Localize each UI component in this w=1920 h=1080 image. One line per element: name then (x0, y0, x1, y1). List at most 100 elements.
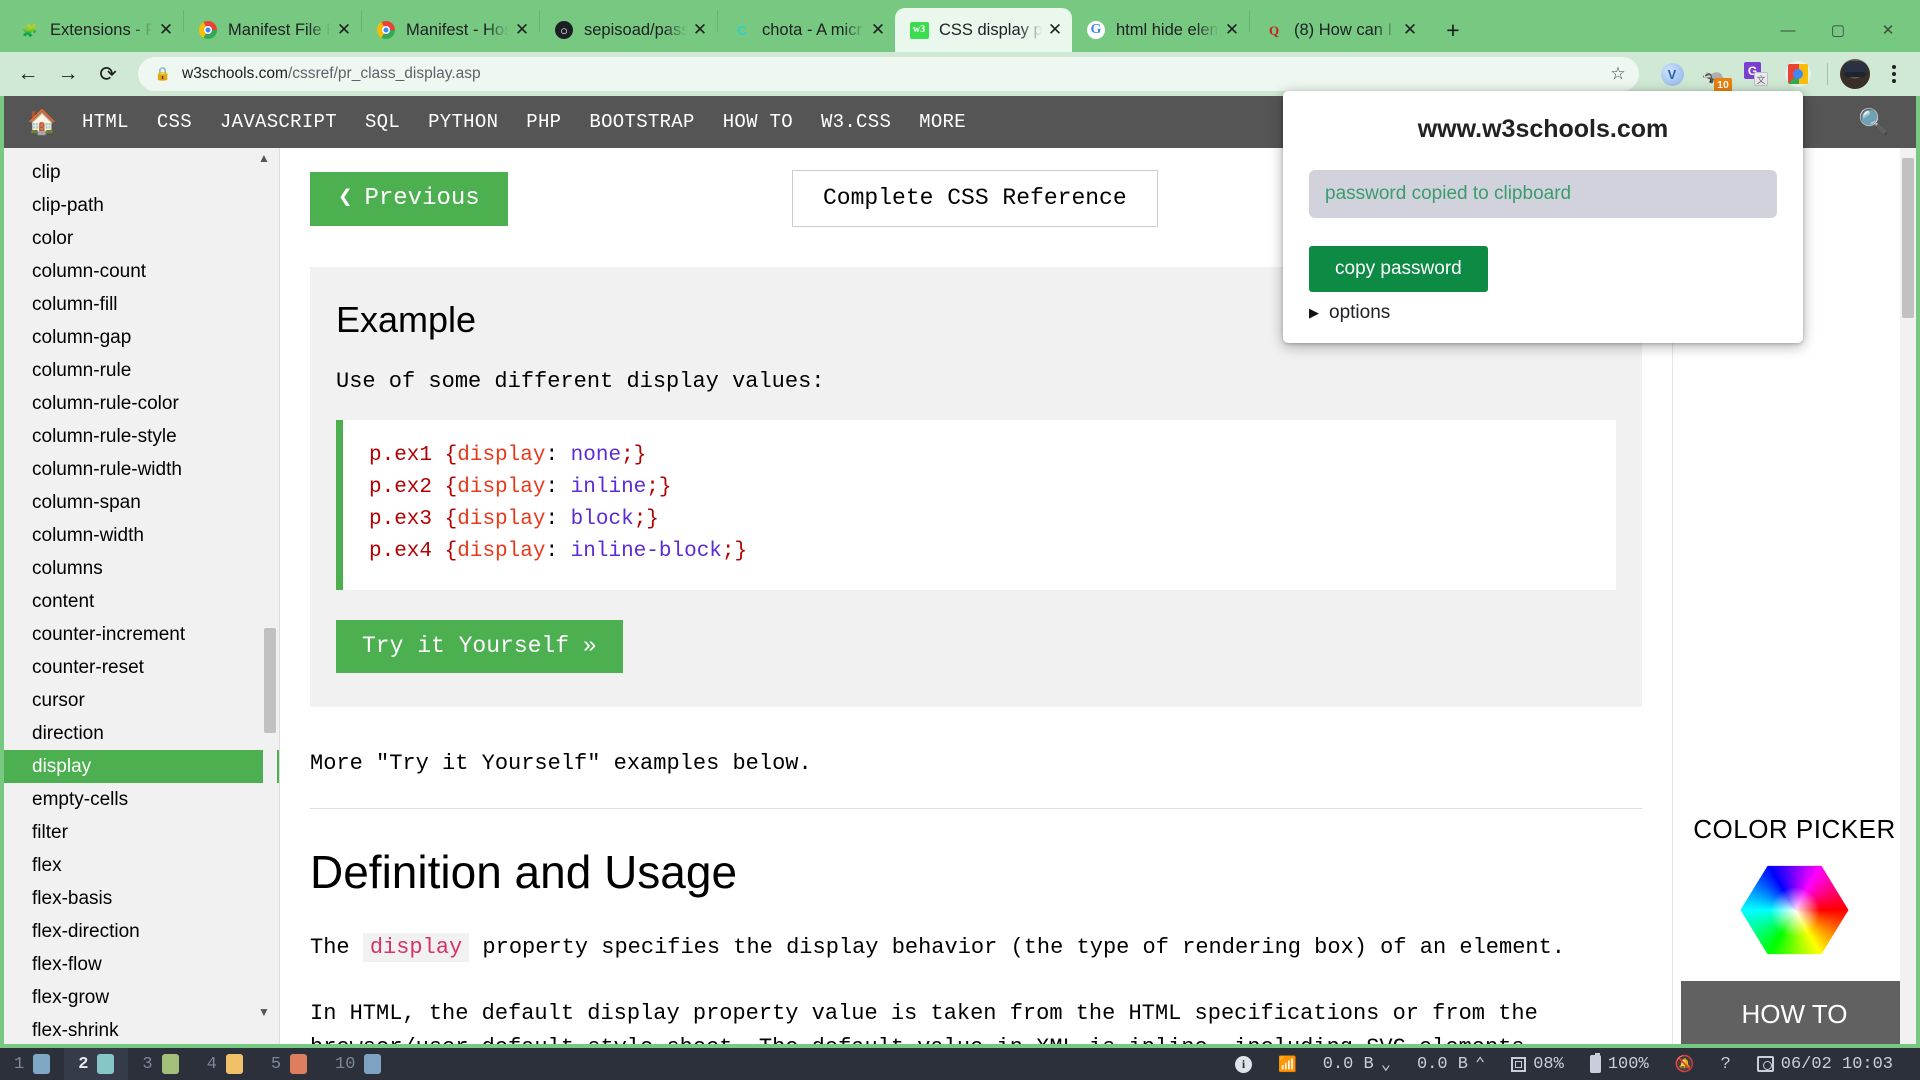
previous-button[interactable]: ❮ Previous (310, 172, 508, 226)
sidebar-item-columns[interactable]: columns (4, 552, 279, 585)
sidebar-item-counter-increment[interactable]: counter-increment (4, 618, 279, 651)
nav-item-php[interactable]: PHP (512, 96, 575, 148)
help-indicator[interactable]: ? (1708, 1048, 1744, 1080)
back-button[interactable]: ← (10, 56, 46, 92)
page-scrollbar-track[interactable] (1900, 148, 1916, 1044)
sidebar-item-counter-reset[interactable]: counter-reset (4, 651, 279, 684)
clock-indicator[interactable]: 06/02 10:03 (1744, 1048, 1906, 1080)
sidebar-item-column-count[interactable]: column-count (4, 255, 279, 288)
extension-translate-icon[interactable]: G 文 (1739, 57, 1773, 91)
workspace-5[interactable]: 5 (257, 1048, 321, 1080)
workspace-10[interactable]: 10 (321, 1048, 395, 1080)
network-download-indicator[interactable]: 0.0 B ⌄ (1310, 1048, 1404, 1080)
sidebar-item-display[interactable]: display (4, 750, 279, 783)
nav-item-python[interactable]: PYTHON (414, 96, 512, 148)
search-icon[interactable]: 🔍 (1844, 96, 1904, 148)
reload-button[interactable]: ⟳ (90, 56, 126, 92)
sidebar-item-column-rule-style[interactable]: column-rule-style (4, 420, 279, 453)
close-window-button[interactable]: ✕ (1866, 10, 1910, 50)
sidebar-item-column-rule[interactable]: column-rule (4, 354, 279, 387)
browser-tab[interactable]: Manifest - Hos ✕ (362, 8, 539, 52)
browser-menu-button[interactable] (1878, 58, 1910, 90)
browser-tab[interactable]: Manifest File F ✕ (184, 8, 361, 52)
extension-password-icon[interactable] (1781, 57, 1815, 91)
sidebar-item-cursor[interactable]: cursor (4, 684, 279, 717)
workspace-4[interactable]: 4 (193, 1048, 257, 1080)
sidebar-item-flex-flow[interactable]: flex-flow (4, 948, 279, 981)
maximize-button[interactable]: ▢ (1816, 10, 1860, 50)
sidebar-item-column-fill[interactable]: column-fill (4, 288, 279, 321)
workspace-2[interactable]: 2 (64, 1048, 128, 1080)
copy-password-button[interactable]: copy password (1309, 246, 1488, 292)
sidebar-item-flex[interactable]: flex (4, 849, 279, 882)
nav-item-w3css[interactable]: W3.CSS (807, 96, 905, 148)
extension-badger-icon[interactable]: 🦡 10 (1697, 57, 1731, 91)
tab-close-icon[interactable]: ✕ (1044, 19, 1066, 41)
browser-tab[interactable]: Q (8) How can I ✕ (1250, 8, 1427, 52)
sidebar-scroll-down-icon[interactable]: ▼ (255, 1004, 273, 1020)
nav-item-html[interactable]: HTML (68, 96, 143, 148)
home-icon[interactable]: 🏠 (16, 96, 68, 148)
complete-css-reference-button[interactable]: Complete CSS Reference (792, 170, 1158, 227)
new-tab-button[interactable]: + (1435, 12, 1471, 48)
workspace-3[interactable]: 3 (128, 1048, 192, 1080)
browser-tab[interactable]: ○ sepisoad/pass ✕ (540, 8, 717, 52)
tab-close-icon[interactable]: ✕ (333, 19, 355, 41)
sidebar-item-column-rule-color[interactable]: column-rule-color (4, 387, 279, 420)
sidebar-item-color[interactable]: color (4, 222, 279, 255)
sidebar-item-clip-path[interactable]: clip-path (4, 189, 279, 222)
sidebar-scrollbar-thumb[interactable] (264, 628, 276, 733)
browser-tab-active[interactable]: w3 CSS display pro ✕ (895, 8, 1072, 52)
tab-close-icon[interactable]: ✕ (511, 19, 533, 41)
workspace-1[interactable]: 1 (0, 1048, 64, 1080)
tab-close-icon[interactable]: ✕ (1399, 19, 1421, 41)
tab-close-icon[interactable]: ✕ (689, 19, 711, 41)
forward-button[interactable]: → (50, 56, 86, 92)
nav-item-css[interactable]: CSS (143, 96, 206, 148)
info-indicator[interactable]: i (1222, 1048, 1265, 1080)
nav-item-sql[interactable]: SQL (351, 96, 414, 148)
sidebar-item-column-span[interactable]: column-span (4, 486, 279, 519)
options-disclosure[interactable]: ▶ options (1309, 302, 1777, 324)
sidebar-item-column-width[interactable]: column-width (4, 519, 279, 552)
sidebar-item-direction[interactable]: direction (4, 717, 279, 750)
notifications-indicator[interactable]: 🔕 (1662, 1048, 1708, 1080)
minimize-button[interactable]: — (1766, 10, 1810, 50)
sidebar-scrollbar-track[interactable] (263, 166, 277, 1026)
nav-item-howto[interactable]: HOW TO (709, 96, 807, 148)
sidebar-item-clip[interactable]: clip (4, 156, 279, 189)
battery-indicator[interactable]: 100% (1577, 1048, 1662, 1080)
wifi-indicator[interactable]: 📶 (1265, 1048, 1310, 1080)
tab-close-icon[interactable]: ✕ (867, 19, 889, 41)
sidebar-item-flex-shrink[interactable]: flex-shrink (4, 1014, 279, 1044)
avatar[interactable] (1840, 59, 1870, 89)
network-upload-indicator[interactable]: 0.0 B ⌃ (1404, 1048, 1498, 1080)
sidebar-item-flex-grow[interactable]: flex-grow (4, 981, 279, 1014)
nav-item-javascript[interactable]: JAVASCRIPT (206, 96, 351, 148)
cpu-indicator[interactable]: 08% (1498, 1048, 1577, 1080)
sidebar-item-content[interactable]: content (4, 585, 279, 618)
browser-tab[interactable]: 🧩 Extensions - P ✕ (6, 8, 183, 52)
browser-tab[interactable]: C chota - A micr ✕ (718, 8, 895, 52)
sidebar-item-flex-basis[interactable]: flex-basis (4, 882, 279, 915)
sidebar-item-column-gap[interactable]: column-gap (4, 321, 279, 354)
browser-tab[interactable]: G html hide elem ✕ (1072, 8, 1249, 52)
tab-close-icon[interactable]: ✕ (155, 19, 177, 41)
how-to-button[interactable]: HOW TO (1681, 981, 1908, 1048)
sidebar-scroll-up-icon[interactable]: ▲ (255, 150, 273, 166)
tab-close-icon[interactable]: ✕ (1221, 19, 1243, 41)
page-scrollbar-thumb[interactable] (1902, 158, 1914, 318)
color-picker-widget[interactable] (1673, 863, 1916, 957)
sidebar-item-empty-cells[interactable]: empty-cells (4, 783, 279, 816)
sidebar-item-flex-direction[interactable]: flex-direction (4, 915, 279, 948)
sidebar-item-filter[interactable]: filter (4, 816, 279, 849)
try-it-yourself-button[interactable]: Try it Yourself » (336, 620, 623, 673)
bookmark-star-icon[interactable]: ☆ (1605, 64, 1631, 84)
sidebar-item-column-rule-width[interactable]: column-rule-width (4, 453, 279, 486)
extension-vee-icon[interactable]: V (1655, 57, 1689, 91)
color-wheel-icon[interactable] (1741, 863, 1849, 957)
address-bar[interactable]: 🔒 w3schools.com/cssref/pr_class_display.… (138, 57, 1639, 91)
nav-item-bootstrap[interactable]: BOOTSTRAP (575, 96, 708, 148)
nav-item-more[interactable]: MORE (905, 96, 980, 148)
css-property-sidebar[interactable]: ▲ clip clip-path color column-count colu… (4, 148, 280, 1044)
